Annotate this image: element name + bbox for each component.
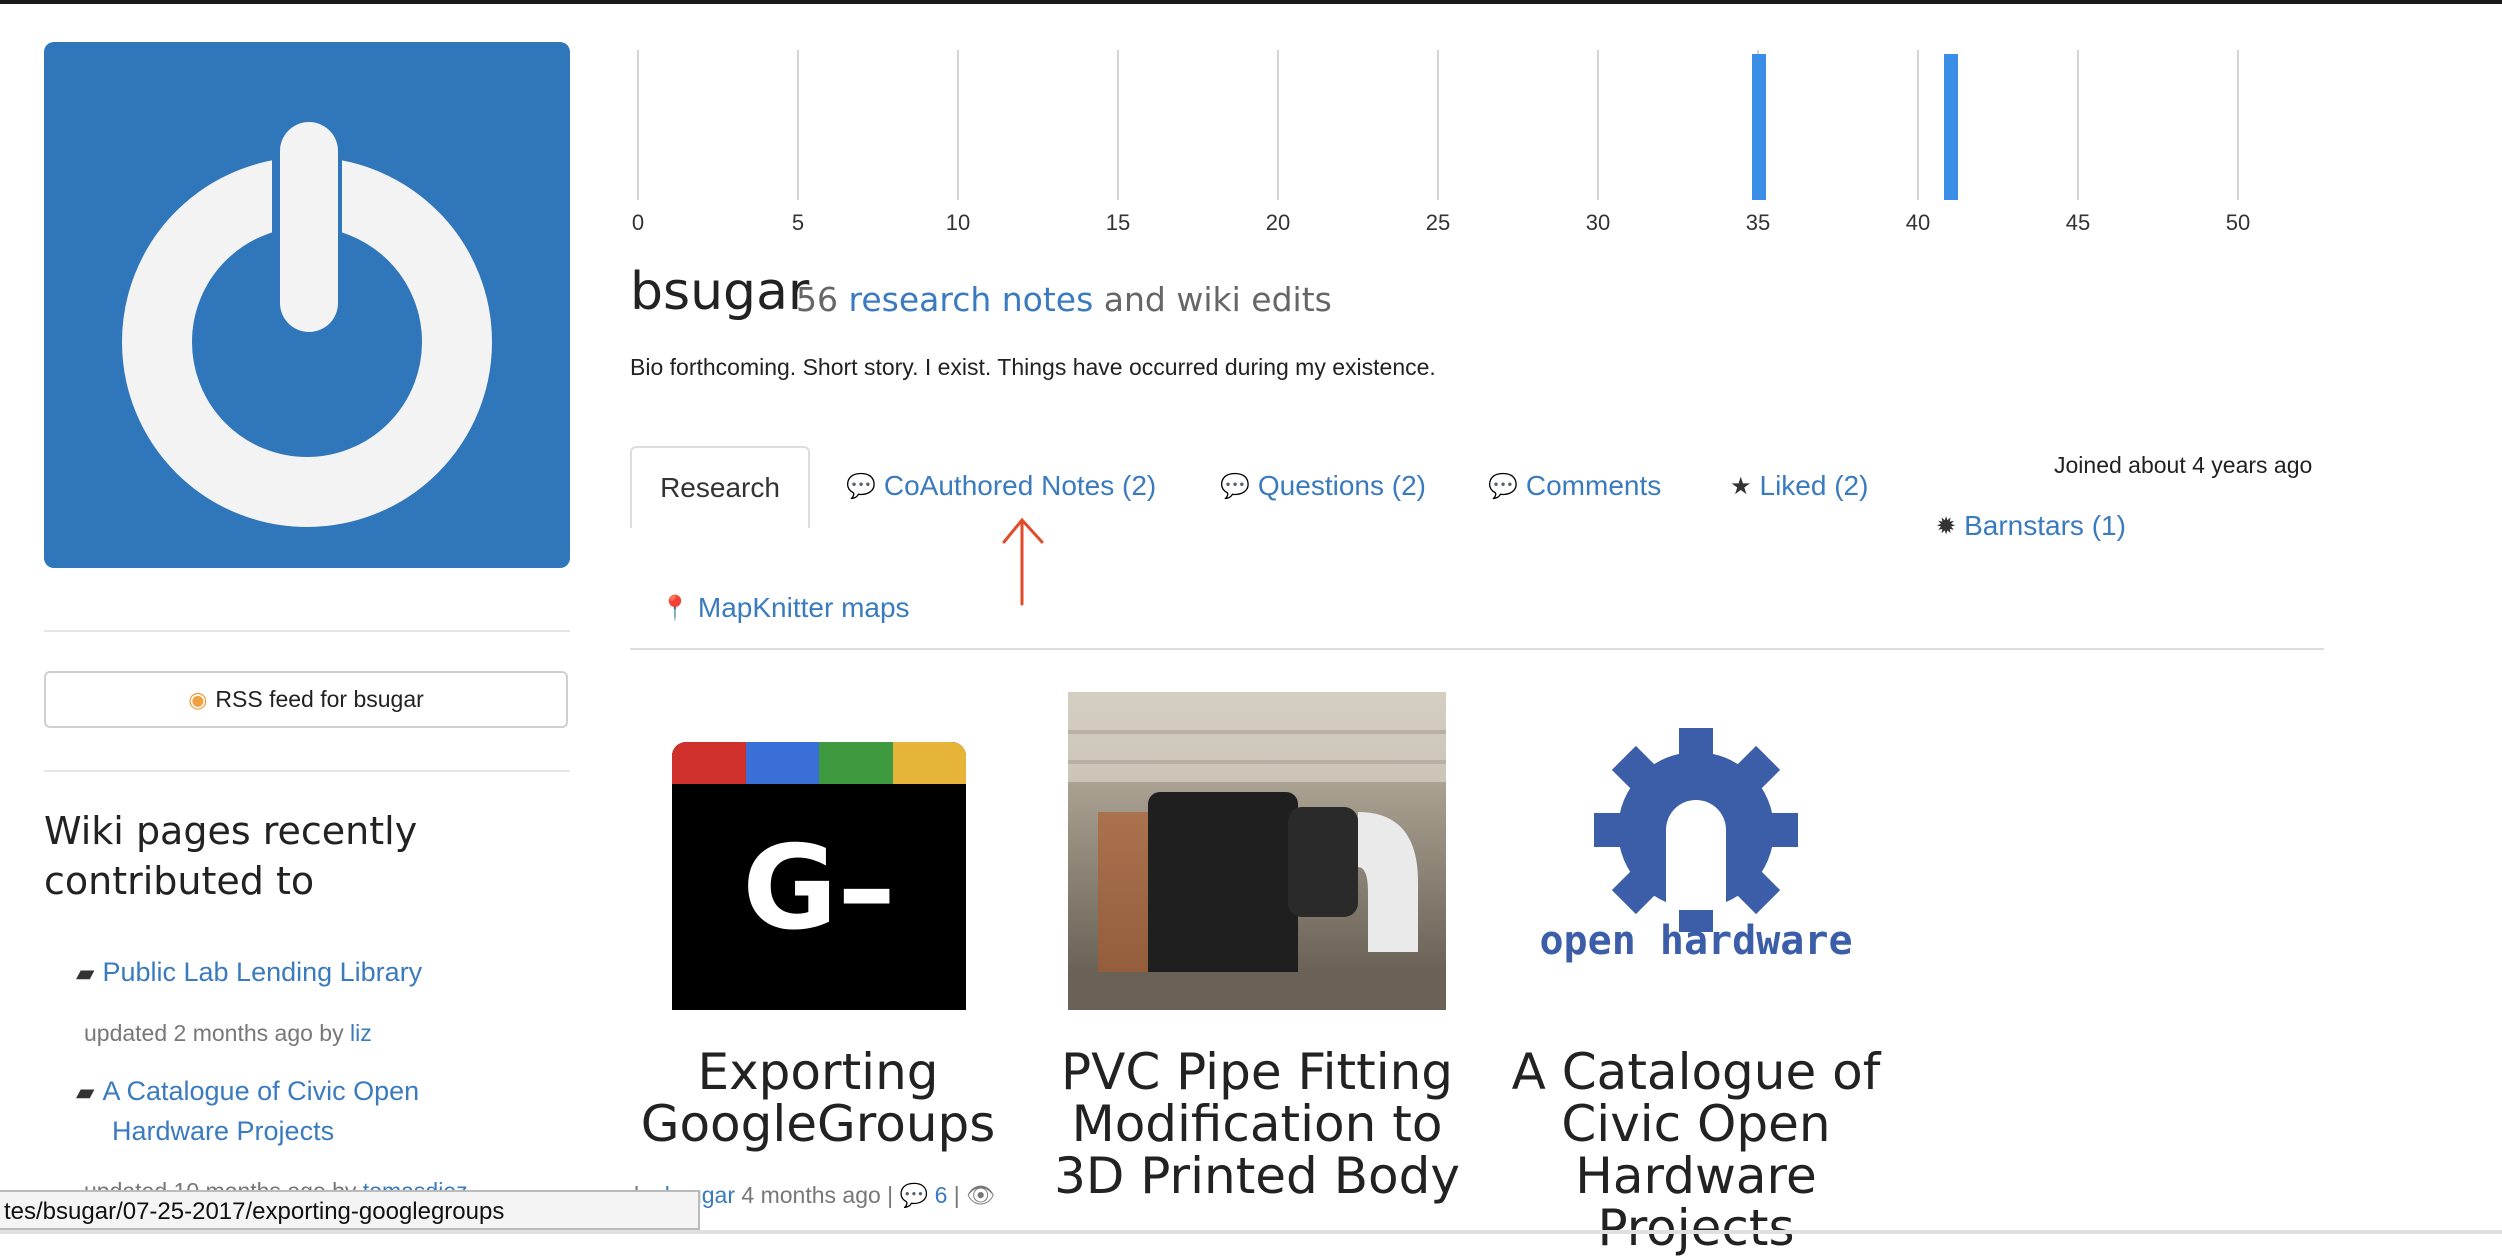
sidebar-divider (44, 770, 570, 772)
card-title-googlegroups[interactable]: Exporting GoogleGroups (630, 1046, 1006, 1150)
tab-label: Barnstars (1) (1964, 510, 2126, 541)
google-color-bar (672, 742, 966, 784)
card-comment-count[interactable]: 6 (935, 1182, 948, 1208)
tab-questions[interactable]: 💬 Questions (2) (1220, 470, 1426, 502)
chart-tick-label: 40 (1906, 210, 1930, 235)
badge-icon: ✹ (1936, 512, 1957, 540)
tab-label: Liked (2) (1759, 470, 1869, 501)
wiki-item-link[interactable]: ▰ Public Lab Lending Library (76, 952, 422, 994)
tabs-divider (630, 648, 2324, 650)
tab-mapknitter[interactable]: 📍 MapKnitter maps (660, 592, 910, 624)
color-strip-red (672, 742, 746, 784)
tab-label: MapKnitter maps (697, 592, 910, 623)
card-title-line: Exporting (697, 1043, 939, 1101)
note-count-number: 56 (796, 280, 838, 319)
card-title-line: Projects (1597, 1199, 1795, 1257)
wiki-author-link[interactable]: liz (350, 1020, 372, 1046)
chart-tick-label: 45 (2066, 210, 2090, 235)
card-title-line: Hardware (1575, 1147, 1817, 1205)
power-logo-icon (122, 112, 492, 527)
comment-icon: 💬 (1488, 472, 1518, 500)
color-strip-green (819, 742, 893, 784)
book-icon: ▰ (76, 960, 95, 987)
star-icon: ★ (1730, 472, 1752, 500)
card-title-line: A Catalogue of (1511, 1043, 1881, 1101)
annotation-arrow-icon (1002, 517, 1044, 606)
profile-bio: Bio forthcoming. Short story. I exist. T… (630, 354, 1436, 380)
tab-label: Questions (2) (1257, 470, 1426, 501)
wiki-item-link-cont[interactable]: Hardware Projects (112, 1111, 334, 1151)
chart-tick-label: 30 (1586, 210, 1610, 235)
card-meta-time: 4 months ago (741, 1182, 881, 1208)
wiki-item-title-cont[interactable]: Hardware Projects (112, 1116, 334, 1146)
chart-tick-label: 35 (1746, 210, 1770, 235)
wiki-edits-text: and wiki edits (1103, 280, 1332, 319)
card-title-pvc-pipe[interactable]: PVC Pipe Fitting Modification to 3D Prin… (1040, 1046, 1474, 1202)
wiki-item-title[interactable]: A Catalogue of Civic Open (102, 1076, 419, 1106)
card-title-line: Modification to (1071, 1095, 1443, 1153)
wiki-item-link[interactable]: ▰ A Catalogue of Civic Open (76, 1071, 419, 1113)
card-thumbnail-googlegroups[interactable]: G– (672, 742, 966, 1010)
chart-tick-label: 15 (1106, 210, 1130, 235)
color-strip-yellow (892, 742, 966, 784)
tab-label: Comments (1525, 470, 1662, 501)
eye-icon: 👁 (966, 1182, 996, 1208)
card-thumbnail-pvc-pipe[interactable] (1068, 692, 1446, 1010)
tab-coauthored-notes[interactable]: 💬 CoAuthored Notes (2) (846, 470, 1156, 502)
chart-tick-label: 10 (946, 210, 970, 235)
comment-icon: 💬 (899, 1182, 929, 1208)
rss-label: RSS feed for bsugar (215, 686, 424, 712)
book-icon: ▰ (76, 1079, 95, 1106)
rss-feed-button[interactable]: ◉ RSS feed for bsugar (44, 671, 568, 728)
wiki-item-meta: updated 2 months ago by liz (84, 1020, 372, 1047)
chart-tick-label: 25 (1426, 210, 1450, 235)
chart-tick-label: 0 (632, 210, 644, 235)
card-title-line: PVC Pipe Fitting (1060, 1043, 1454, 1101)
map-marker-icon: 📍 (660, 594, 690, 622)
open-hardware-text: open hardware (1539, 918, 1853, 964)
tab-comments[interactable]: 💬 Comments (1488, 470, 1661, 502)
tab-research[interactable]: Research (630, 446, 810, 528)
wiki-heading: Wiki pages recently contributed to (44, 809, 418, 903)
wiki-meta-text: updated 2 months ago by (84, 1020, 344, 1046)
chart-bar[interactable] (1752, 54, 1766, 200)
card-thumbnail-open-hardware[interactable]: open hardware (1516, 720, 1876, 990)
profile-note-count: 56 research notes and wiki edits (796, 280, 1332, 319)
wiki-item-title[interactable]: Public Lab Lending Library (102, 957, 422, 987)
sidebar-divider (44, 630, 570, 632)
card-title-line: GoogleGroups (640, 1095, 996, 1153)
comments-icon: 💬 (1220, 472, 1250, 500)
pvc-pipe-photo-icon (1068, 692, 1446, 1010)
chart-bar[interactable] (1944, 54, 1958, 200)
rss-icon: ◉ (188, 686, 208, 712)
joined-date: Joined about 4 years ago (2054, 452, 2313, 478)
card-title-line: Civic Open (1561, 1095, 1831, 1153)
profile-username: bsugar (630, 262, 810, 322)
comments-icon: 💬 (846, 472, 876, 500)
tab-liked[interactable]: ★ Liked (2) (1730, 470, 1868, 502)
tab-barnstars[interactable]: ✹ Barnstars (1) (1936, 510, 2126, 542)
chart-tick-label: 5 (792, 210, 804, 235)
browser-status-url: tes/bsugar/07-25-2017/exporting-googlegr… (0, 1190, 700, 1230)
user-avatar[interactable] (44, 42, 570, 568)
window-bottom-border (0, 1230, 2502, 1234)
card-title-open-hardware[interactable]: A Catalogue of Civic Open Hardware Proje… (1500, 1046, 1892, 1254)
color-strip-blue (745, 742, 819, 784)
tab-label: CoAuthored Notes (2) (883, 470, 1157, 501)
research-notes-link[interactable]: research notes (849, 280, 1094, 319)
activity-chart: 0 5 10 15 20 25 30 35 40 45 50 (632, 50, 2250, 235)
window-top-border (0, 0, 2502, 4)
chart-tick-label: 50 (2226, 210, 2250, 235)
google-g-icon: G– (742, 821, 896, 956)
card-title-line: 3D Printed Body (1054, 1147, 1460, 1205)
chart-tick-label: 20 (1266, 210, 1290, 235)
